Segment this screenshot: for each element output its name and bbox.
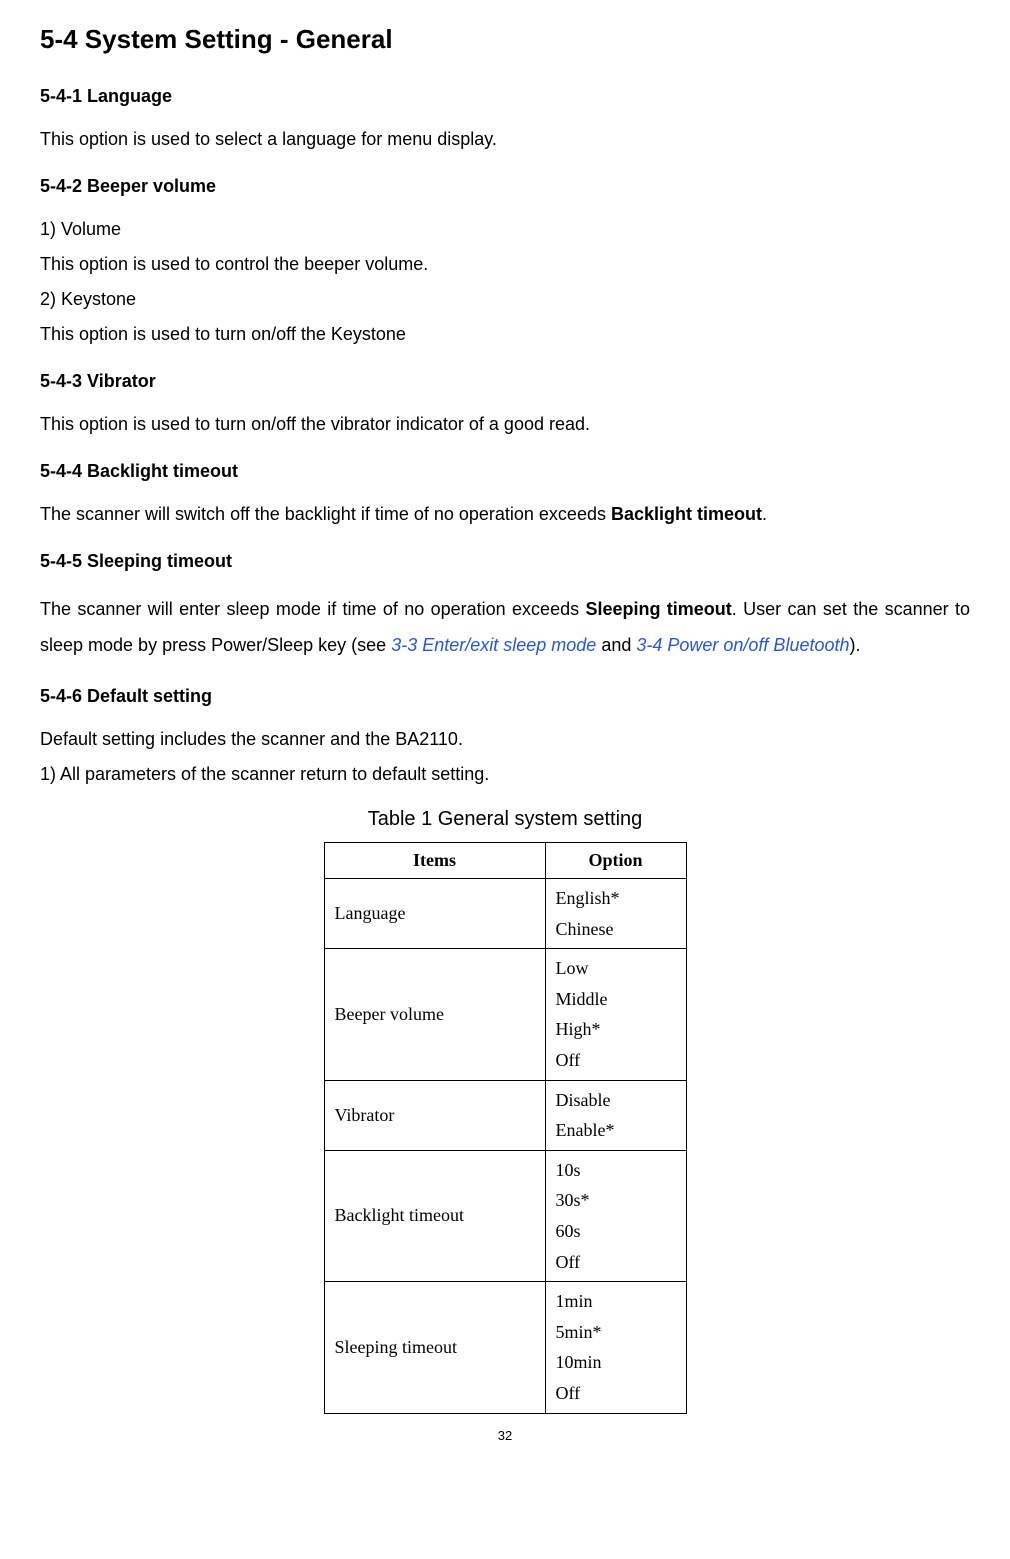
table-row: Vibrator Disable Enable* — [324, 1080, 686, 1150]
heading-default-setting: 5-4-6 Default setting — [40, 683, 970, 710]
option-cell: Low Middle High* Off — [545, 949, 686, 1080]
item-cell: Beeper volume — [324, 949, 545, 1080]
option-cell: 10s 30s* 60s Off — [545, 1150, 686, 1281]
page-title: 5-4 System Setting - General — [40, 20, 970, 59]
option-value: Off — [556, 1045, 676, 1076]
option-value: Middle — [556, 984, 676, 1015]
paragraph: This option is used to control the beepe… — [40, 251, 970, 278]
option-value: Disable — [556, 1085, 676, 1116]
item-cell: Language — [324, 879, 545, 949]
heading-backlight-timeout: 5-4-4 Backlight timeout — [40, 458, 970, 485]
item-cell: Backlight timeout — [324, 1150, 545, 1281]
table-row: Backlight timeout 10s 30s* 60s Off — [324, 1150, 686, 1281]
table-row: Beeper volume Low Middle High* Off — [324, 949, 686, 1080]
option-value: 5min* — [556, 1317, 676, 1348]
bold-text: Sleeping timeout — [585, 599, 731, 619]
option-value: Off — [556, 1378, 676, 1409]
paragraph: This option is used to select a language… — [40, 126, 970, 153]
option-cell: Disable Enable* — [545, 1080, 686, 1150]
heading-sleeping-timeout: 5-4-5 Sleeping timeout — [40, 548, 970, 575]
option-value: High* — [556, 1014, 676, 1045]
link-power-onoff-bluetooth[interactable]: 3-4 Power on/off Bluetooth — [636, 635, 849, 655]
option-value: 10min — [556, 1347, 676, 1378]
text: The scanner will enter sleep mode if tim… — [40, 599, 585, 619]
header-option: Option — [545, 843, 686, 879]
option-value: English* — [556, 883, 676, 914]
table-row: Sleeping timeout 1min 5min* 10min Off — [324, 1282, 686, 1413]
table-header-row: Items Option — [324, 843, 686, 879]
option-value: 10s — [556, 1155, 676, 1186]
text: . — [762, 504, 767, 524]
heading-beeper-volume: 5-4-2 Beeper volume — [40, 173, 970, 200]
option-value: 60s — [556, 1216, 676, 1247]
page-number: 32 — [40, 1426, 970, 1446]
option-value: Off — [556, 1247, 676, 1278]
paragraph: The scanner will enter sleep mode if tim… — [40, 591, 970, 663]
header-items: Items — [324, 843, 545, 879]
option-value: Chinese — [556, 914, 676, 945]
option-value: 1min — [556, 1286, 676, 1317]
paragraph: 2) Keystone — [40, 286, 970, 313]
text: ). — [850, 635, 861, 655]
text: and — [596, 635, 636, 655]
option-value: Enable* — [556, 1115, 676, 1146]
item-cell: Vibrator — [324, 1080, 545, 1150]
text: The scanner will switch off the backligh… — [40, 504, 611, 524]
option-cell: 1min 5min* 10min Off — [545, 1282, 686, 1413]
paragraph: 1) Volume — [40, 216, 970, 243]
paragraph: Default setting includes the scanner and… — [40, 726, 970, 753]
table-caption: Table 1 General system setting — [40, 804, 970, 834]
table-row: Language English* Chinese — [324, 879, 686, 949]
option-value: Low — [556, 953, 676, 984]
heading-language: 5-4-1 Language — [40, 83, 970, 110]
option-cell: English* Chinese — [545, 879, 686, 949]
heading-vibrator: 5-4-3 Vibrator — [40, 368, 970, 395]
paragraph: 1) All parameters of the scanner return … — [40, 761, 970, 788]
item-cell: Sleeping timeout — [324, 1282, 545, 1413]
paragraph: This option is used to turn on/off the v… — [40, 411, 970, 438]
option-value: 30s* — [556, 1185, 676, 1216]
paragraph: This option is used to turn on/off the K… — [40, 321, 970, 348]
paragraph: The scanner will switch off the backligh… — [40, 501, 970, 528]
bold-text: Backlight timeout — [611, 504, 762, 524]
general-settings-table: Items Option Language English* Chinese B… — [324, 842, 687, 1414]
link-enter-exit-sleep-mode[interactable]: 3-3 Enter/exit sleep mode — [391, 635, 596, 655]
